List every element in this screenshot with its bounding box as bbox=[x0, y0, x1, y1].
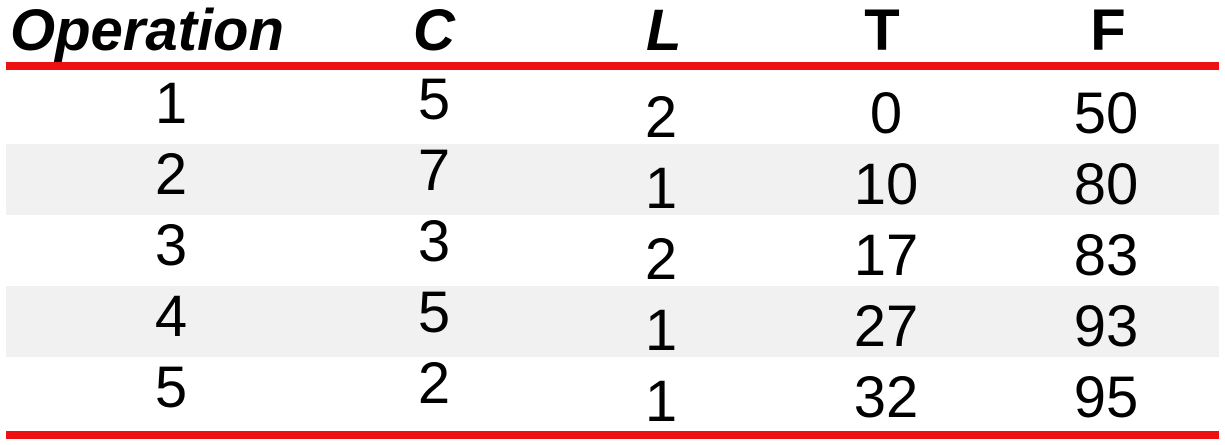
header-t: T bbox=[864, 0, 900, 63]
footer-rule bbox=[6, 431, 1219, 439]
header-operation: Operation bbox=[10, 0, 284, 63]
table-row: 3 3 2 17 83 bbox=[6, 209, 1219, 289]
header-rule bbox=[6, 62, 1219, 70]
table-row: 2 7 1 10 80 bbox=[6, 138, 1219, 218]
header-f: F bbox=[1090, 0, 1126, 63]
cell-operation: 1 bbox=[154, 71, 188, 136]
cell-operation: 2 bbox=[154, 142, 188, 207]
operations-table: Operation C L T F 1 5 2 0 50 2 7 1 10 80… bbox=[6, 0, 1219, 445]
cell-operation: 3 bbox=[154, 213, 188, 278]
table-header-row: Operation C L T F bbox=[6, 0, 1219, 62]
cell-c: 2 bbox=[417, 351, 451, 416]
table-row: 5 2 1 32 95 bbox=[6, 351, 1219, 431]
cell-c: 7 bbox=[417, 138, 451, 203]
cell-c: 3 bbox=[417, 209, 451, 274]
cell-c: 5 bbox=[417, 67, 451, 132]
cell-operation: 4 bbox=[154, 284, 188, 349]
header-l: L bbox=[646, 0, 682, 63]
cell-t: 32 bbox=[853, 365, 919, 430]
cell-f: 95 bbox=[1073, 365, 1139, 430]
table-row: 4 5 1 27 93 bbox=[6, 280, 1219, 360]
table-row: 1 5 2 0 50 bbox=[6, 67, 1219, 147]
cell-c: 5 bbox=[417, 280, 451, 345]
table-body: 1 5 2 0 50 2 7 1 10 80 3 3 2 17 83 4 5 1… bbox=[6, 67, 1219, 431]
header-c: C bbox=[413, 0, 455, 63]
cell-operation: 5 bbox=[154, 355, 188, 420]
